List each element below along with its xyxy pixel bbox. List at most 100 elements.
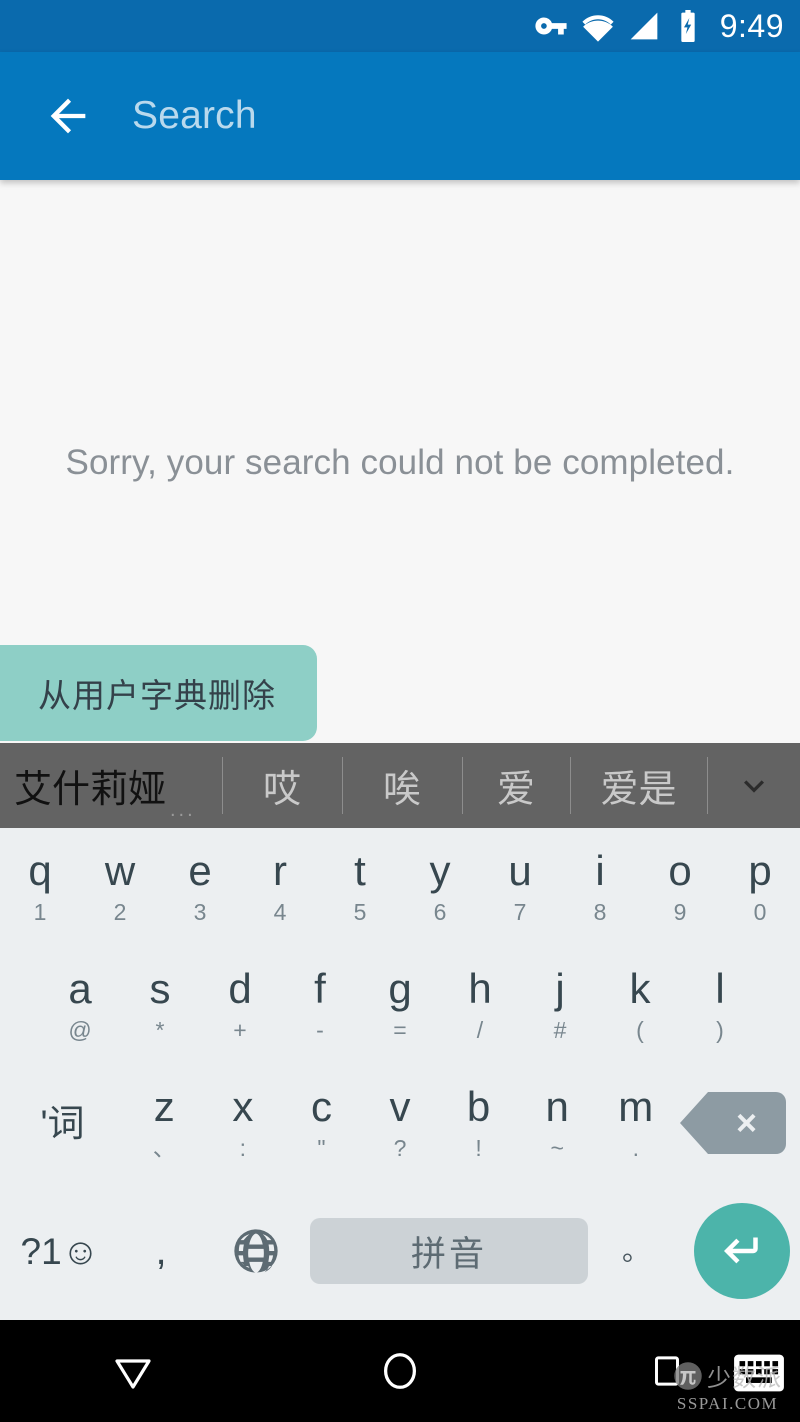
key-label: z bbox=[153, 1083, 175, 1130]
key-s[interactable]: s * bbox=[120, 946, 200, 1064]
key-label: p bbox=[748, 847, 772, 894]
back-button[interactable] bbox=[22, 70, 114, 162]
cellular-signal-icon bbox=[628, 10, 660, 42]
key-label: m bbox=[618, 1083, 654, 1130]
key-label: k bbox=[629, 965, 651, 1012]
expand-suggestions-button[interactable] bbox=[707, 743, 800, 828]
nav-back-button[interactable] bbox=[73, 1320, 193, 1422]
suggestion-item-3[interactable]: 爱 bbox=[462, 743, 570, 828]
key-hint: / bbox=[476, 1017, 484, 1043]
key-y[interactable]: y6 bbox=[400, 828, 480, 946]
key-hint: 9 bbox=[673, 899, 687, 925]
home-circle-icon bbox=[383, 1353, 416, 1389]
key-hint: : bbox=[239, 1135, 247, 1161]
key-p[interactable]: p0 bbox=[720, 828, 800, 946]
key-label: x bbox=[232, 1083, 254, 1130]
key-n[interactable]: n ~ bbox=[518, 1064, 597, 1182]
key-hint: - bbox=[316, 1017, 324, 1043]
key-c[interactable]: c " bbox=[282, 1064, 361, 1182]
suggestion-label: 哎 bbox=[262, 769, 301, 811]
key-backspace[interactable]: × bbox=[675, 1064, 800, 1182]
key-d[interactable]: d + bbox=[200, 946, 280, 1064]
chevron-down-icon bbox=[743, 779, 764, 793]
backspace-icon: × bbox=[679, 1092, 786, 1154]
key-r[interactable]: r4 bbox=[240, 828, 320, 946]
key-label: b bbox=[466, 1083, 491, 1130]
key-o[interactable]: o9 bbox=[640, 828, 720, 946]
key-label: l bbox=[715, 965, 725, 1012]
key-b[interactable]: b! bbox=[439, 1064, 518, 1182]
key-u[interactable]: u7 bbox=[480, 828, 560, 946]
key-comma[interactable]: , bbox=[120, 1182, 202, 1320]
key-q[interactable]: q1 bbox=[0, 828, 80, 946]
suggestion-label: 爱 bbox=[496, 769, 535, 811]
key-hint: 7 bbox=[513, 899, 527, 925]
key-symbols-emoji[interactable]: ?1☺ bbox=[0, 1182, 120, 1320]
key-hint: " bbox=[317, 1135, 326, 1161]
key-hint: 8 bbox=[593, 899, 607, 925]
keyboard-indicator-button[interactable] bbox=[732, 1352, 786, 1394]
enter-arrow-icon bbox=[724, 1237, 758, 1264]
key-f[interactable]: f- bbox=[280, 946, 360, 1064]
keyboard-row-4: ?1☺ , 拼音 。 bbox=[0, 1182, 800, 1320]
key-v[interactable]: v? bbox=[361, 1064, 440, 1182]
key-label: r bbox=[273, 847, 287, 894]
key-z[interactable]: z、 bbox=[125, 1064, 204, 1182]
key-word-mode[interactable]: '词 bbox=[0, 1064, 125, 1182]
key-hint: 3 bbox=[193, 899, 207, 925]
key-label: ?1☺ bbox=[20, 1230, 100, 1272]
space-surface: 拼音 bbox=[310, 1218, 588, 1284]
keyboard-row-3: '词 z、 x: c " v? b! n ~ m. × bbox=[0, 1064, 800, 1182]
key-label: u bbox=[508, 847, 532, 894]
suggestion-item-2[interactable]: 唉 bbox=[342, 743, 462, 828]
nav-recents-button[interactable] bbox=[607, 1320, 727, 1422]
battery-charging-icon bbox=[673, 10, 703, 42]
key-hint: 2 bbox=[113, 899, 127, 925]
key-label: a bbox=[68, 965, 92, 1012]
key-hint: ! bbox=[475, 1135, 482, 1161]
key-m[interactable]: m. bbox=[596, 1064, 675, 1182]
key-hint: 5 bbox=[353, 899, 367, 925]
key-label: n bbox=[545, 1083, 569, 1130]
key-x[interactable]: x: bbox=[204, 1064, 283, 1182]
key-language-switch[interactable] bbox=[202, 1182, 310, 1320]
key-j[interactable]: j # bbox=[520, 946, 600, 1064]
key-period[interactable]: 。 bbox=[588, 1182, 684, 1320]
empty-state-message: Sorry, your search could not be complete… bbox=[65, 442, 735, 482]
key-t[interactable]: t5 bbox=[320, 828, 400, 946]
android-navigation-bar: 少数派 SSPAI.COM bbox=[0, 1320, 800, 1422]
nav-home-button[interactable] bbox=[340, 1320, 460, 1422]
vpn-key-icon bbox=[534, 9, 568, 43]
key-hint: ? bbox=[393, 1135, 407, 1161]
search-input[interactable]: Search bbox=[132, 94, 257, 138]
key-label: h bbox=[468, 965, 492, 1012]
key-e[interactable]: e3 bbox=[160, 828, 240, 946]
key-hint: # bbox=[553, 1017, 567, 1043]
key-g[interactable]: g = bbox=[360, 946, 440, 1064]
suggestion-item-4[interactable]: 爱是 bbox=[570, 743, 707, 828]
key-enter[interactable] bbox=[684, 1182, 800, 1320]
enter-circle bbox=[694, 1203, 790, 1299]
key-hint: + bbox=[233, 1017, 247, 1043]
key-space[interactable]: 拼音 bbox=[310, 1182, 588, 1320]
key-k[interactable]: k( bbox=[600, 946, 680, 1064]
remove-from-user-dictionary-button[interactable]: 从用户字典删除 bbox=[0, 645, 317, 741]
suggestion-item-0[interactable]: 艾什莉娅 ... bbox=[0, 743, 222, 828]
key-hint: 0 bbox=[753, 899, 767, 925]
keyboard-row-2: a @ s * d + f- g = h / j # k( l) bbox=[0, 946, 800, 1064]
key-label: g bbox=[388, 965, 412, 1012]
backspace-x-label: × bbox=[736, 1102, 758, 1143]
key-hint: 、 bbox=[152, 1135, 176, 1161]
key-h[interactable]: h / bbox=[440, 946, 520, 1064]
key-l[interactable]: l) bbox=[680, 946, 760, 1064]
key-label: i bbox=[595, 847, 605, 894]
key-hint: 1 bbox=[33, 899, 47, 925]
key-label: w bbox=[104, 847, 136, 894]
key-hint: @ bbox=[68, 1017, 92, 1043]
remove-from-user-dictionary-label: 从用户字典删除 bbox=[38, 677, 276, 714]
status-bar: 9:49 bbox=[0, 0, 800, 52]
key-a[interactable]: a @ bbox=[40, 946, 120, 1064]
key-w[interactable]: w2 bbox=[80, 828, 160, 946]
key-i[interactable]: i8 bbox=[560, 828, 640, 946]
suggestion-item-1[interactable]: 哎 bbox=[222, 743, 342, 828]
